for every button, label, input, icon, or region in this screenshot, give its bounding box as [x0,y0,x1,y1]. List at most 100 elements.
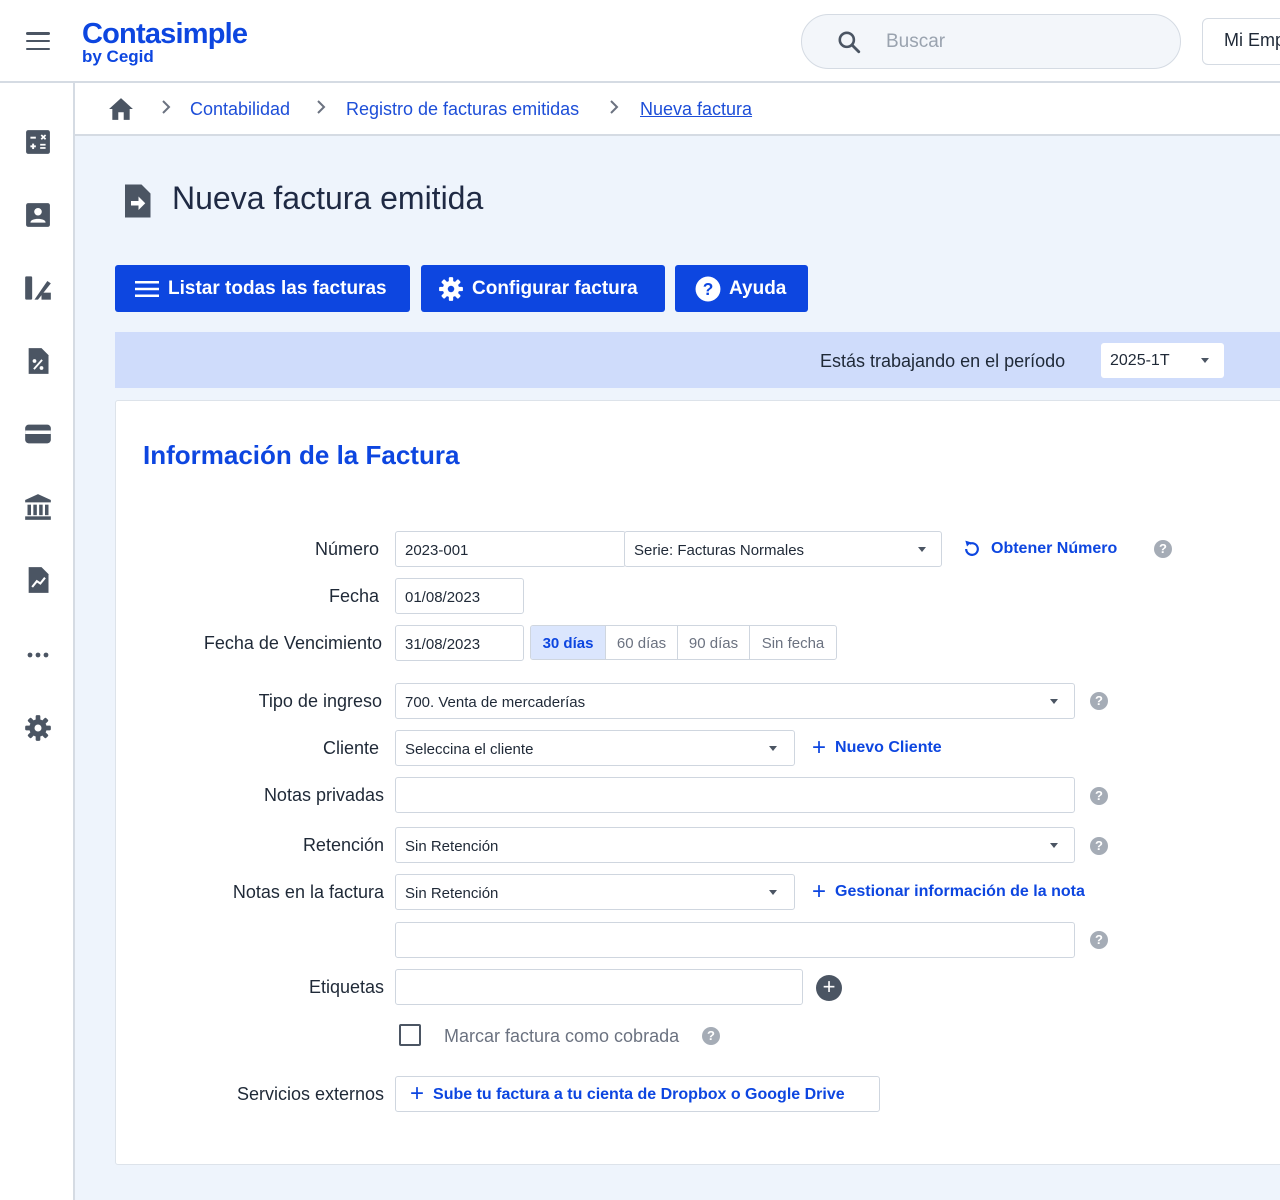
help-circle-icon: ? [695,276,721,302]
document-arrow-icon [125,184,151,218]
period-select[interactable]: 2025-1T [1101,343,1224,378]
breadcrumb-registro-facturas[interactable]: Registro de facturas emitidas [346,99,579,120]
gear-icon[interactable] [23,713,53,743]
vencimiento-input[interactable]: 31/08/2023 [395,625,524,661]
tipo-ingreso-value: 700. Venta de mercaderías [405,694,586,711]
brand-subtitle: by Cegid [82,47,154,66]
numero-input[interactable]: 2023-001 [395,531,626,567]
tipo-ingreso-select[interactable]: 700. Venta de mercaderías [395,683,1075,719]
nuevo-cliente-button[interactable]: + Nuevo Cliente [812,736,942,760]
gear-icon [438,276,464,302]
company-button[interactable]: Mi Emp [1202,18,1280,65]
list-all-invoices-label: Listar todas las facturas [168,277,387,299]
vencimiento-presets: 30 días 60 días 90 días Sin fecha [530,625,837,660]
sidebar [0,83,75,1200]
help-icon[interactable]: ? [1090,787,1108,805]
brand-name: Contasimple [82,18,248,50]
period-label: Estás trabajando en el período [820,351,1066,371]
help-button[interactable]: ? Ayuda [675,265,808,312]
calculator-icon[interactable] [23,127,53,157]
obtener-numero-button[interactable]: Obtener Número [962,539,1117,559]
list-all-invoices-button[interactable]: Listar todas las facturas [115,265,410,312]
notas-privadas-input[interactable] [395,777,1075,813]
upload-cloud-label: Sube tu factura a tu cienta de Dropbox o… [433,1086,845,1103]
notas-privadas-label: Notas privadas [263,785,384,805]
serie-value: Serie: Facturas Normales [634,542,805,559]
caret-down-icon [1050,699,1058,704]
refresh-icon [965,540,979,556]
nuevo-cliente-label: Nuevo Cliente [835,739,942,756]
page-title: Nueva factura emitida [172,180,484,216]
retencion-label: Retención [302,835,384,855]
caret-down-icon [769,890,777,895]
preset-30-dias[interactable]: 30 días [531,626,606,659]
period-value: 2025-1T [1110,352,1170,369]
notas-factura-text-input[interactable] [395,922,1075,958]
help-icon[interactable]: ? [1090,837,1108,855]
cliente-value: Seleccina el cliente [405,741,534,758]
notas-factura-select[interactable]: Sin Retención [395,874,795,910]
configure-invoice-label: Configurar factura [472,277,638,299]
plus-icon: + [812,878,827,905]
servicios-label: Servicios externos [236,1084,384,1104]
chevron-right-icon [162,100,171,114]
help-icon[interactable]: ? [1090,692,1108,710]
help-icon[interactable]: ? [1090,931,1108,949]
obtener-numero-label: Obtener Número [991,540,1118,557]
bank-icon[interactable] [23,492,53,522]
caret-down-icon [1201,358,1209,363]
more-icon[interactable] [23,640,53,670]
period-bar: Estás trabajando en el período 2025-1T [115,332,1280,388]
list-icon [134,276,160,302]
vencimiento-label: Fecha de Vencimiento [203,633,382,653]
help-icon[interactable]: ? [1154,540,1172,558]
notas-factura-label: Notas en la factura [232,882,384,902]
preset-sin-fecha[interactable]: Sin fecha [750,626,836,659]
etiquetas-input[interactable] [395,969,803,1005]
gestionar-nota-button[interactable]: + Gestionar información de la nota [812,878,1085,905]
menu-icon[interactable] [26,32,50,50]
chart-tools-icon[interactable] [23,273,53,303]
top-bar: Contasimple by Cegid Mi Emp [0,0,1280,83]
tax-document-icon[interactable] [23,346,53,376]
help-label: Ayuda [729,277,787,299]
fecha-input[interactable]: 01/08/2023 [395,578,524,614]
retencion-value: Sin Retención [405,838,499,855]
etiquetas-label: Etiquetas [308,977,384,997]
serie-select[interactable]: Serie: Facturas Normales [624,531,942,567]
preset-60-dias[interactable]: 60 días [606,626,678,659]
caret-down-icon [1050,843,1058,848]
report-chart-icon[interactable] [23,565,53,595]
wallet-icon[interactable] [23,419,53,449]
caret-down-icon [918,547,926,552]
add-tag-icon[interactable]: + [816,975,842,1001]
cobrada-checkbox[interactable] [399,1024,421,1046]
home-icon[interactable] [108,97,134,121]
gestionar-nota-label: Gestionar información de la nota [835,883,1085,900]
configure-invoice-button[interactable]: Configurar factura [421,265,665,312]
help-icon[interactable]: ? [702,1027,720,1045]
breadcrumb-contabilidad[interactable]: Contabilidad [190,99,290,120]
search-input[interactable] [886,25,1156,59]
upload-cloud-button[interactable]: + Sube tu factura a tu cienta de Dropbox… [395,1076,880,1112]
retencion-select[interactable]: Sin Retención [395,827,1075,863]
cliente-label: Cliente [322,738,379,758]
notas-factura-value: Sin Retención [405,885,499,902]
section-title: Información de la Factura [143,440,460,470]
fecha-label: Fecha [328,586,379,606]
breadcrumb-nueva-factura[interactable]: Nueva factura [640,99,752,120]
chevron-right-icon [317,100,326,114]
cliente-select[interactable]: Seleccina el cliente [395,730,795,766]
brand-logo[interactable]: Contasimple by Cegid [82,18,248,66]
contact-card-icon[interactable] [23,200,53,230]
breadcrumb: Contabilidad Registro de facturas emitid… [75,83,1280,136]
chevron-right-icon [610,100,619,114]
search-box [801,14,1181,69]
cobrada-label: Marcar factura como cobrada [444,1026,680,1046]
search-icon[interactable] [836,29,862,55]
numero-label: Número [314,539,379,559]
plus-icon: + [410,1080,425,1107]
tipo-ingreso-label: Tipo de ingreso [258,691,382,711]
preset-90-dias[interactable]: 90 días [678,626,750,659]
svg-text:?: ? [703,278,714,298]
